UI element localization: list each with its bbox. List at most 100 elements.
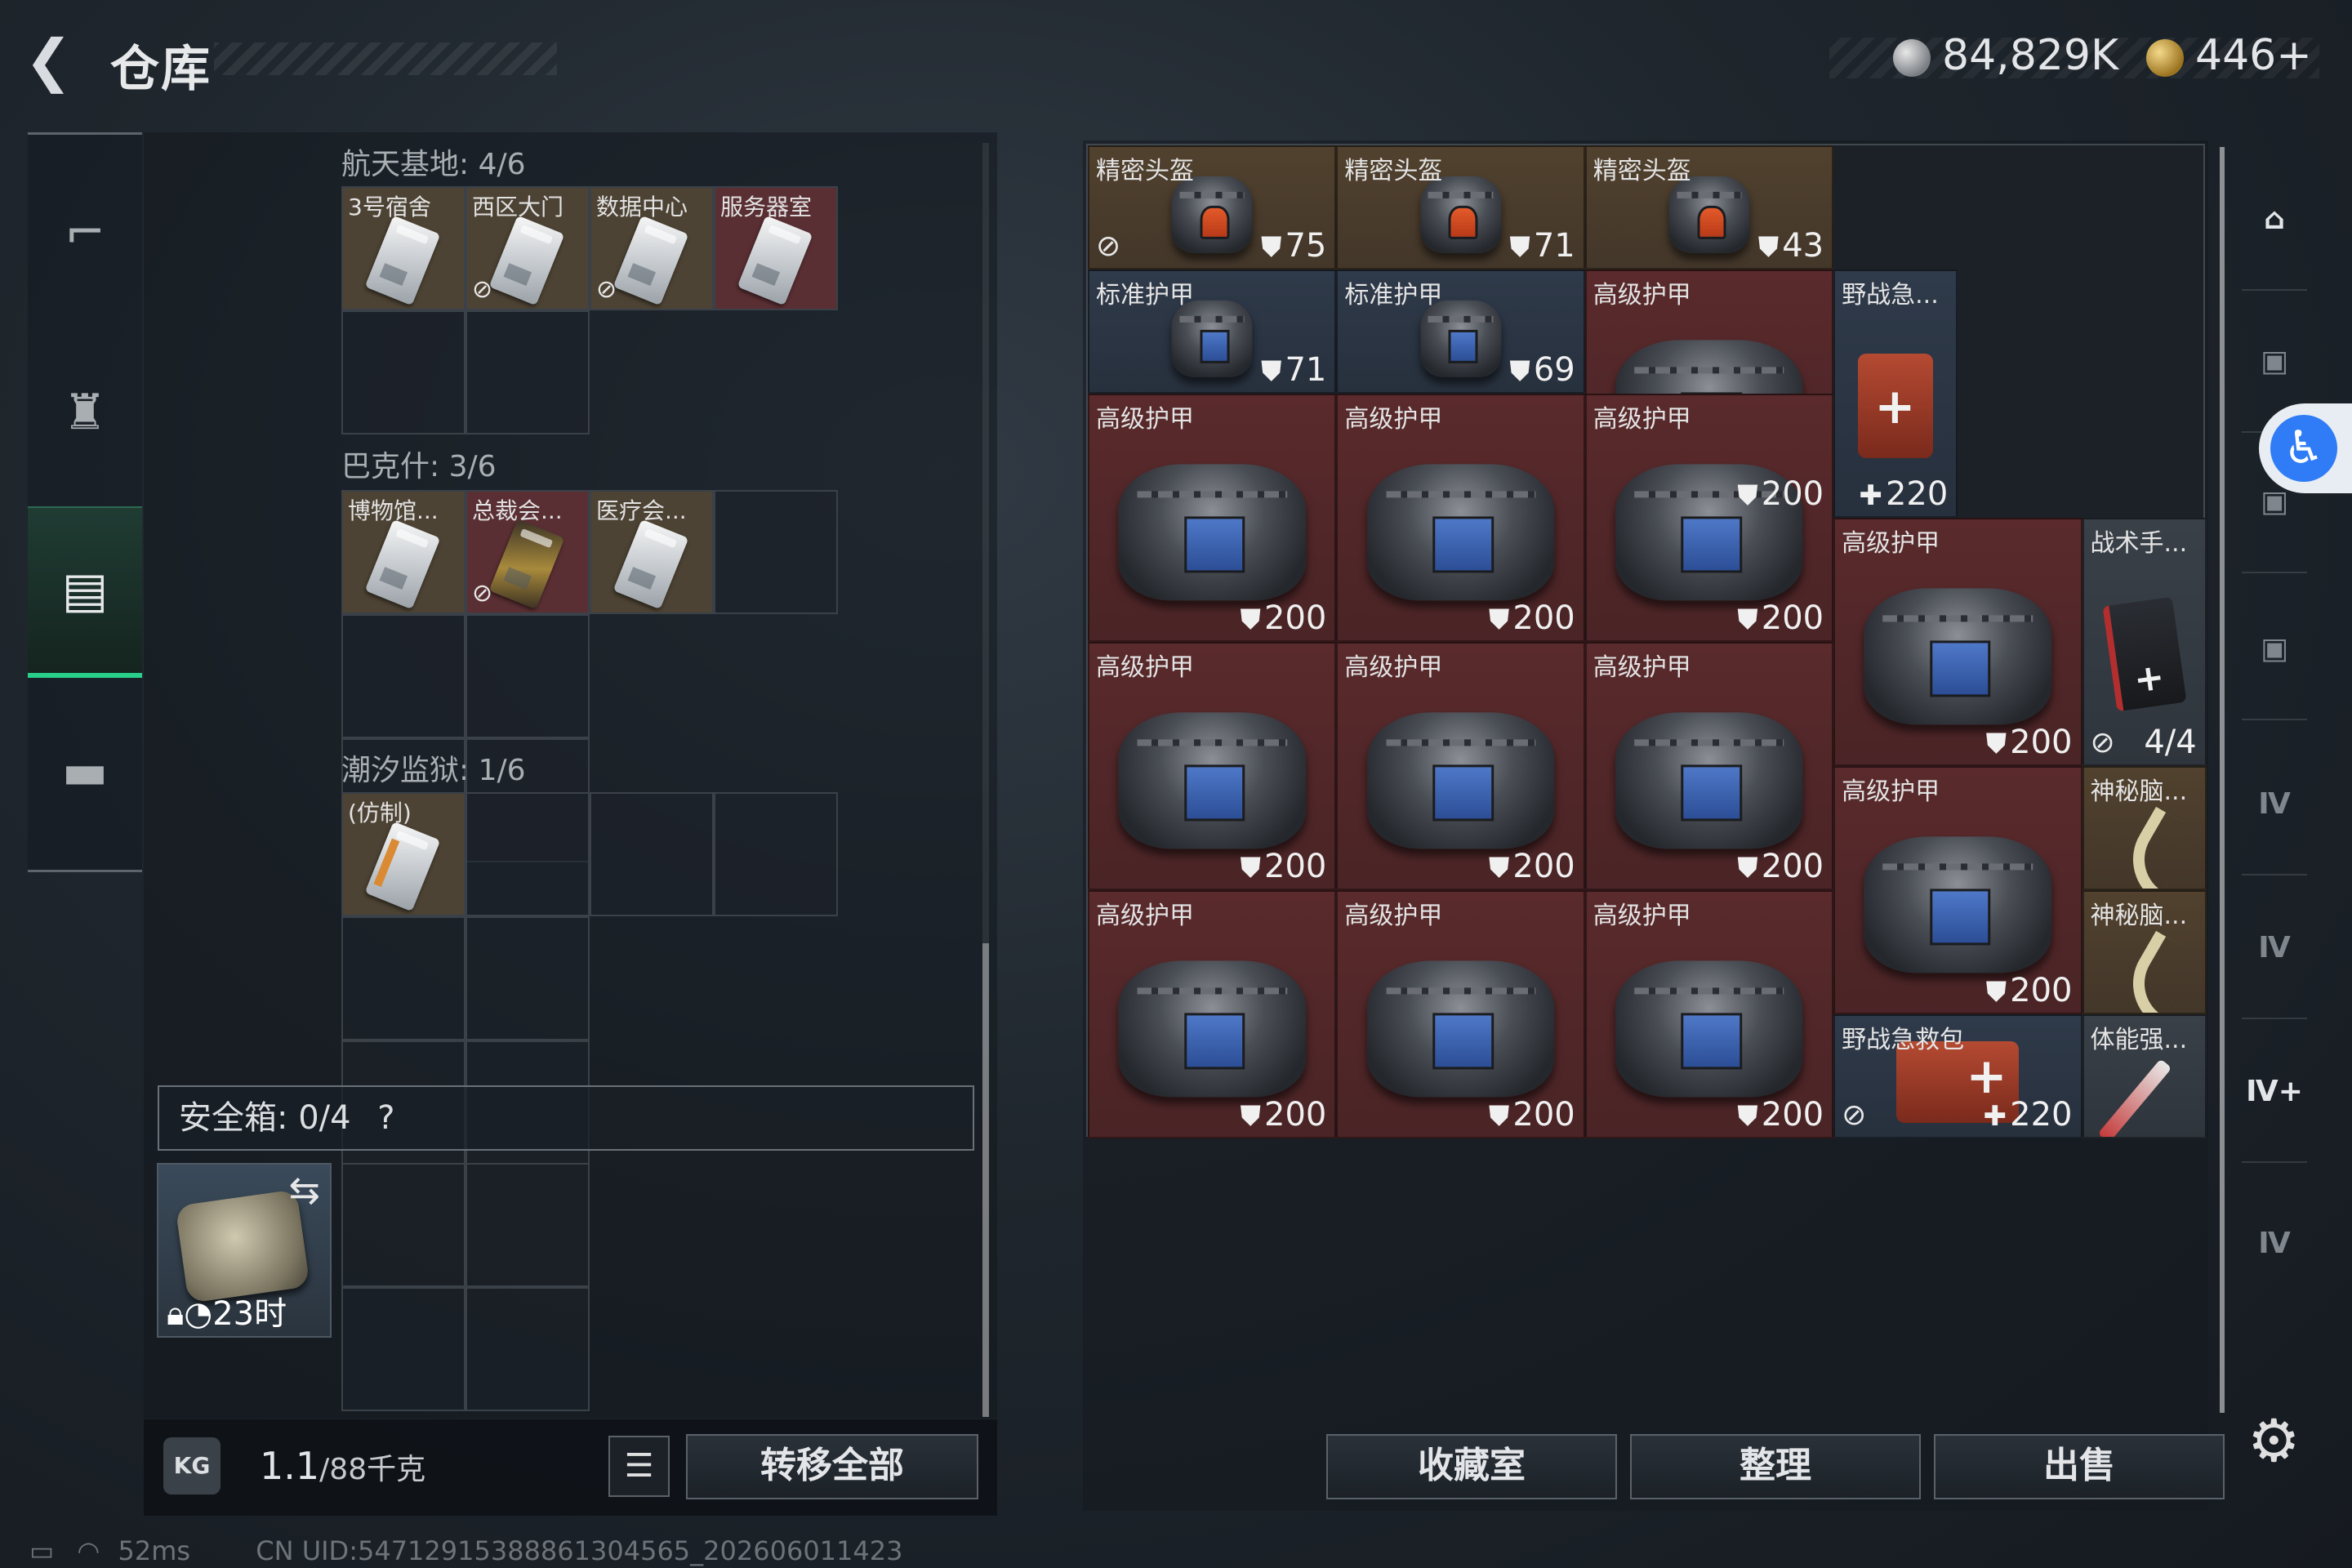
camera-case-icon[interactable]: ▣ [2238,612,2311,686]
stash-item[interactable]: 高级护甲 ⛊ 200 [1833,518,2082,766]
shield-icon: ⛊ [1488,852,1510,884]
swap-icon[interactable]: ⇆ [288,1168,320,1212]
key-slot[interactable] [341,614,466,738]
item-value: ⛊ 200 [1489,1096,1575,1134]
key-slot[interactable] [466,614,590,738]
stash-item[interactable]: 神秘脑... [2082,766,2207,890]
item-value: ⛊ 43 [1758,227,1824,265]
safe-slot[interactable] [341,1287,466,1411]
shield-icon: ⛊ [1985,728,2007,760]
safe-help-icon[interactable]: ? [377,1099,394,1137]
key-grid-spacebase: 3号宿舍 西区大门 ⊘ 数据中心 ⊘ 服务器室 [341,186,838,434]
stash-item[interactable]: 高级护甲 ⛊ 200 [1584,890,1834,1138]
keycard-item[interactable]: 3号宿舍 [341,186,466,310]
keycard-item[interactable]: 总裁会... ⊘ [466,490,590,614]
briefcase-icon: ▬ [61,743,109,800]
tier4-medkit-icon[interactable]: Ⅳ+ [2238,1055,2311,1129]
key-slot[interactable] [590,792,714,916]
keycard-scroll-thumb[interactable] [982,943,989,1417]
safe-slot[interactable] [466,1163,590,1287]
stash-item[interactable]: 野战急... ✚220 [1833,270,1958,518]
keycard-item[interactable]: 博物馆... [341,490,466,614]
item-value: ⛊ 200 [1986,972,2073,1009]
key-slot[interactable] [466,310,590,434]
item-name: 高级护甲 [1592,902,1691,930]
keycard-name: 服务器室 [720,194,813,220]
keycard-icon [364,215,441,306]
item-value: ⛊ 200 [1737,475,1824,513]
key-slot[interactable] [341,310,466,434]
pistol-icon: ⌐ [64,204,106,261]
keycard-item[interactable]: 西区大门 ⊘ [466,186,590,310]
gold-currency-value[interactable]: 446+ [2195,31,2312,80]
safe-slot[interactable] [466,1287,590,1411]
keycard-item[interactable]: 服务器室 [714,186,838,310]
nav-keycards[interactable]: ▤ [28,506,142,678]
safe-box-count: 0/4 [298,1099,351,1137]
rail-separator [2242,289,2307,291]
keycard-icon [364,519,441,610]
stash-item[interactable]: 高级护甲 ⛊ 200 [1336,394,1585,642]
right-rail-scrollbar[interactable] [2220,147,2225,1413]
keycard-item[interactable]: (仿制) [341,792,466,916]
nav-backpack[interactable]: ♜ [28,327,142,498]
stash-item[interactable]: 精密头盔 ⛊ 71 [1336,145,1585,270]
nav-weapons[interactable]: ⌐ [28,147,142,318]
silver-coin-icon [1893,39,1931,77]
stash-item[interactable]: 高级护甲 ⛊ 200 [1833,766,2082,1014]
stash-item[interactable]: 高级护甲 ⛊ 200 [1336,642,1585,890]
item-value-text: 200 [1264,1096,1327,1134]
sell-button[interactable]: 出售 [1934,1434,2225,1499]
item-name: 标准护甲 [1096,281,1194,310]
key-slot[interactable] [341,916,466,1040]
stash-item[interactable]: 战术手... ⊘ 4/4 [2082,518,2207,766]
list-view-button[interactable]: ☰ [608,1436,670,1497]
key-slot [714,614,838,738]
tier4-case-icon[interactable]: Ⅳ [2238,768,2311,841]
gear-icon[interactable]: ⚙ [2247,1406,2301,1475]
page-title: 仓库 [110,41,212,98]
item-value-text: 200 [1264,848,1327,885]
camera-case-icon[interactable]: ▣ [2238,325,2311,399]
sort-button[interactable]: 整理 [1630,1434,1921,1499]
item-value-text: 4/4 [2144,724,2197,761]
safe-slot[interactable] [341,1163,466,1287]
shield-icon: ⛊ [1509,231,1530,264]
safe-box-slot[interactable]: ⇆ 🔒︎◔23时 [157,1163,332,1338]
stash-item[interactable]: 标准护甲 ⛊ 69 [1336,270,1585,394]
key-slot[interactable] [714,792,838,916]
item-name: 战术手... [2090,529,2188,558]
key-slot[interactable] [466,916,590,1040]
item-name: 高级护甲 [1344,902,1443,930]
stash-item[interactable]: 精密头盔 ⊘ ⛊ 75 [1088,145,1337,270]
nav-briefcase[interactable]: ▬ [28,686,142,858]
weight-lock-icon: KG [163,1437,220,1494]
collection-room-button[interactable]: 收藏室 [1326,1434,1617,1499]
silver-currency-value[interactable]: 84,829K [1942,31,2118,80]
stash-item[interactable]: 高级护甲 ⛊ 200 [1584,394,1834,642]
keycard-item[interactable]: 医疗会... [590,490,714,614]
keycard-name: (仿制) [348,800,412,826]
key-slot[interactable] [466,792,590,916]
stash-item[interactable]: 野战急救包 ⊘ ✚220 [1833,1014,2082,1138]
home-shelf-icon[interactable]: ⌂ [2238,183,2311,256]
stash-item[interactable]: 高级护甲 ⛊ 200 [1584,642,1834,890]
stash-item[interactable]: 标准护甲 ⛊ 71 [1088,270,1337,394]
stash-item[interactable]: 高级护甲 ⛊ 200 [1336,890,1585,1138]
stash-item[interactable]: 精密头盔 ⛊ 43 [1584,145,1834,270]
keycard-item[interactable]: 数据中心 ⊘ [590,186,714,310]
tier4-folder-icon[interactable]: Ⅳ [2238,911,2311,985]
stash-item[interactable]: 神秘脑... [2082,890,2207,1014]
stash-item[interactable]: 高级护甲 ⛊ 200 [1088,394,1337,642]
shield-icon: ⛊ [1737,479,1758,512]
stash-item[interactable]: 体能强... [2082,1014,2207,1138]
tier4-case-icon[interactable]: Ⅳ [2238,1207,2311,1281]
accessibility-button[interactable]: ♿︎ [2259,403,2352,493]
key-slot[interactable] [714,490,838,614]
transfer-all-button[interactable]: 转移全部 [686,1434,978,1499]
item-value: ⛊ 200 [1241,848,1327,885]
armor-body [1615,960,1803,1098]
stash-item[interactable]: 高级护甲 ⛊ 200 [1088,890,1337,1138]
stash-item[interactable]: 高级护甲 ⛊ 200 [1088,642,1337,890]
back-arrow-icon[interactable]: ❮ [24,28,82,93]
